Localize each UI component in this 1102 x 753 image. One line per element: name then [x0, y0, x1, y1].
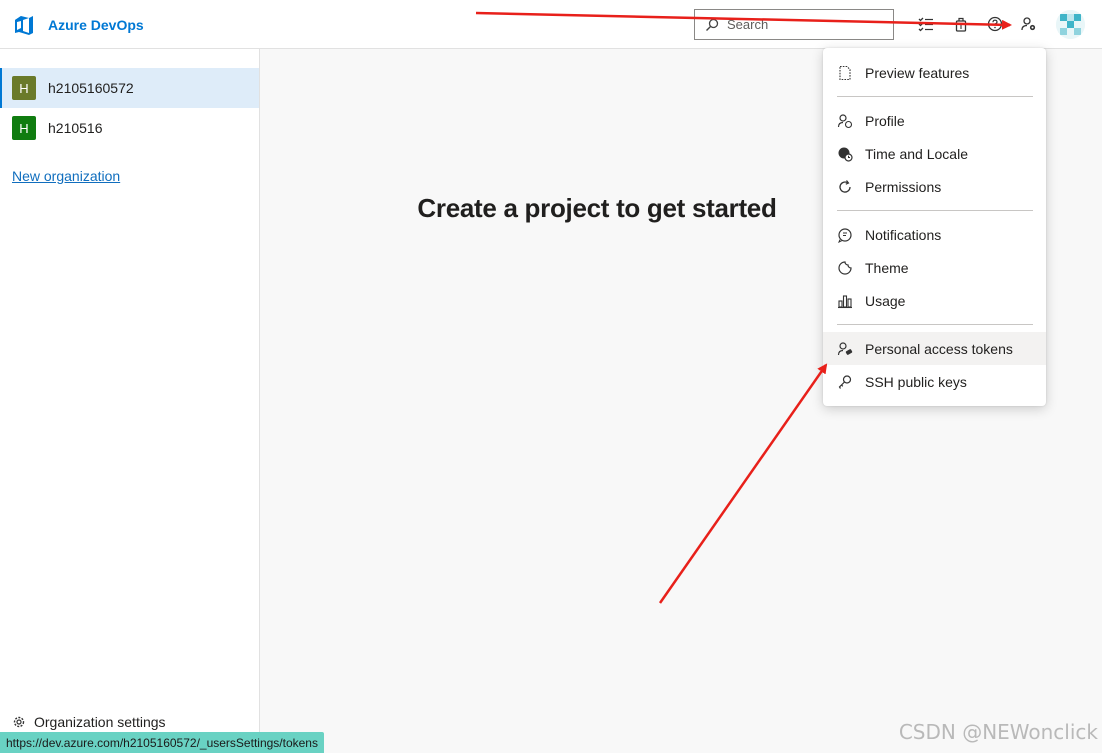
- brand[interactable]: Azure DevOps: [12, 12, 144, 38]
- org-badge: H: [12, 76, 36, 100]
- search-icon: [706, 18, 719, 31]
- new-organization-link[interactable]: New organization: [12, 168, 120, 184]
- refresh-icon: [837, 179, 853, 195]
- menu-item-time-and-locale[interactable]: Time and Locale: [823, 137, 1046, 170]
- theme-icon: [837, 260, 853, 276]
- avatar[interactable]: [1056, 10, 1085, 39]
- search-box[interactable]: [694, 9, 894, 40]
- menu-item-profile[interactable]: Profile: [823, 104, 1046, 137]
- person-key-icon: [837, 341, 853, 357]
- azure-devops-logo-icon: [15, 16, 33, 35]
- menu-item-label: Theme: [865, 259, 909, 276]
- organization-settings-label: Organization settings: [34, 714, 166, 730]
- menu-item-personal-access-tokens[interactable]: Personal access tokens: [823, 332, 1046, 365]
- menu-item-ssh-public-keys[interactable]: SSH public keys: [823, 365, 1046, 398]
- key-icon: [837, 374, 853, 390]
- menu-item-label: Usage: [865, 292, 906, 309]
- menu-item-label: Notifications: [865, 226, 942, 243]
- organization-sidebar: H h2105160572 H h210516 New organization…: [0, 49, 260, 753]
- menu-divider: [837, 210, 1033, 211]
- notification-icon: [837, 227, 853, 243]
- menu-item-label: Time and Locale: [865, 145, 968, 162]
- org-item-h210516[interactable]: H h210516: [0, 108, 259, 148]
- menu-item-label: Preview features: [865, 64, 970, 81]
- org-badge: H: [12, 116, 36, 140]
- brand-name: Azure DevOps: [48, 17, 144, 33]
- search-input[interactable]: [727, 17, 887, 32]
- menu-item-label: SSH public keys: [865, 373, 967, 390]
- menu-item-label: Permissions: [865, 178, 942, 195]
- user-settings-icon[interactable]: [1019, 14, 1039, 34]
- gear-icon: [13, 716, 25, 728]
- menu-item-theme[interactable]: Theme: [823, 251, 1046, 284]
- profile-icon: [837, 113, 853, 129]
- menu-item-label: Profile: [865, 112, 905, 129]
- menu-item-label: Personal access tokens: [865, 340, 1013, 357]
- arrow-to-personal-access-tokens: [658, 363, 828, 604]
- globe-clock-icon: [837, 146, 853, 162]
- top-bar: Azure DevOps: [0, 0, 1102, 49]
- org-item-h2105160572[interactable]: H h2105160572: [0, 68, 259, 108]
- marketplace-bag-icon[interactable]: [951, 14, 971, 34]
- organization-settings-link[interactable]: Organization settings: [12, 714, 166, 730]
- help-icon[interactable]: [985, 14, 1005, 34]
- org-name: h210516: [48, 120, 103, 136]
- task-list-icon[interactable]: [916, 14, 936, 34]
- org-name: h2105160572: [48, 80, 134, 96]
- menu-item-preview-features[interactable]: Preview features: [823, 56, 1046, 89]
- menu-divider: [837, 96, 1033, 97]
- menu-item-notifications[interactable]: Notifications: [823, 218, 1046, 251]
- bar-chart-icon: [837, 293, 853, 309]
- menu-item-usage[interactable]: Usage: [823, 284, 1046, 317]
- menu-divider: [837, 324, 1033, 325]
- status-bar-url: https://dev.azure.com/h2105160572/_users…: [0, 732, 324, 753]
- watermark: CSDN @NEWonclick: [898, 720, 1098, 744]
- menu-item-permissions[interactable]: Permissions: [823, 170, 1046, 203]
- user-settings-menu: Preview features Profile Time and Locale…: [823, 48, 1046, 406]
- document-icon: [837, 65, 853, 81]
